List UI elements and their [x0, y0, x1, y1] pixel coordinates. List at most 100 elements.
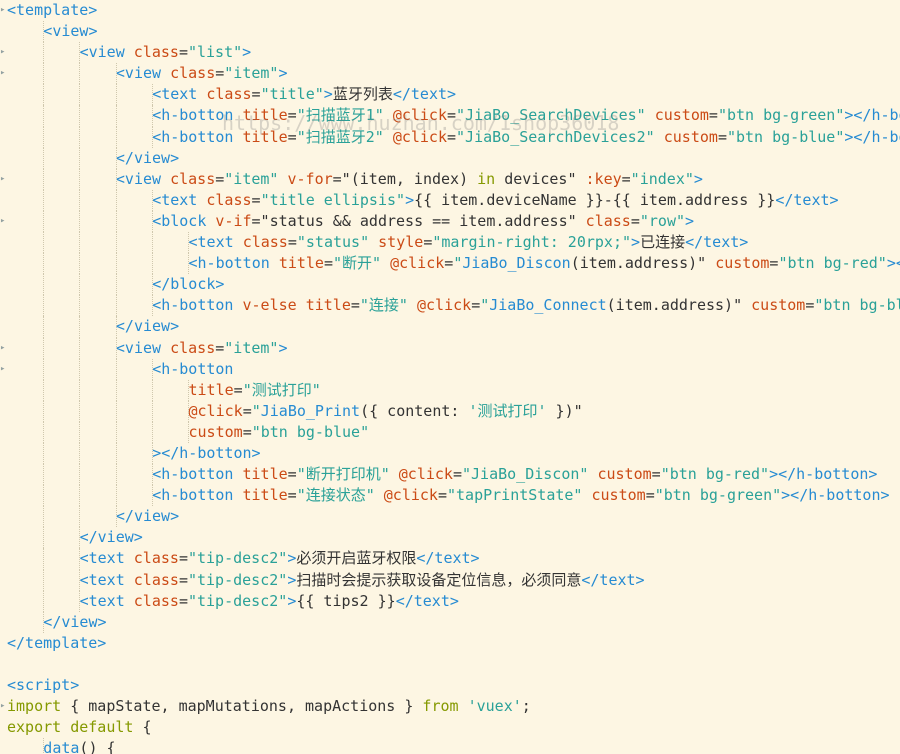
code-line[interactable]: <block v-if="status && address == item.a… — [7, 210, 900, 233]
code-line[interactable]: export default { — [7, 717, 900, 738]
code-token-attr: class — [133, 591, 179, 610]
indent-guide — [43, 42, 44, 64]
code-token-str: '测试打印' — [468, 401, 547, 420]
code-token-tag: <h-botton — [152, 359, 234, 378]
indent-guide — [115, 421, 117, 443]
code-token-plain: = — [471, 296, 481, 315]
code-token-tag: <view> — [43, 22, 98, 41]
indent-guide — [151, 232, 153, 254]
code-line[interactable]: <text class="title ellipsis">{{ item.dev… — [7, 189, 900, 211]
indent-guide — [43, 105, 44, 127]
indent-guide — [151, 189, 153, 211]
code-token-kw: from — [422, 697, 459, 716]
code-token-plain: = — [437, 486, 447, 505]
code-line[interactable]: <h-botton title="断开" @click="JiaBo_Disco… — [7, 253, 900, 275]
indent-guide — [79, 379, 81, 401]
indent-guide — [188, 253, 190, 275]
fold-arrow-icon[interactable]: ▸ — [0, 48, 5, 57]
code-token-str: "连接状态" — [296, 486, 375, 505]
code-line[interactable]: </view> — [7, 506, 900, 528]
code-line[interactable]: import { mapState, mapMutations, mapActi… — [7, 696, 900, 717]
code-token-plain: ; — [521, 697, 531, 716]
fold-arrow-icon[interactable]: ▸ — [0, 343, 5, 353]
indent-guide — [43, 168, 44, 190]
code-token-attr: title — [305, 296, 351, 315]
code-token-plain: = — [242, 422, 252, 441]
code-area[interactable]: <template> <view> <view class="list"> <view… — [7, 0, 900, 754]
indent-guide — [151, 358, 153, 380]
indent-guide — [43, 738, 44, 754]
code-line[interactable]: <text class="tip-desc2">{{ tips2 }}</tex… — [7, 590, 900, 612]
code-line[interactable]: </block> — [7, 274, 900, 296]
code-line[interactable]: <h-botton title="连接状态" @click="tapPrintS… — [7, 485, 900, 507]
code-line[interactable]: title="测试打印" — [7, 379, 900, 401]
code-line[interactable]: <text class="tip-desc2">必须开启蓝牙权限</text> — [7, 548, 900, 570]
code-line[interactable]: custom="btn bg-blue" — [7, 421, 900, 443]
code-line[interactable]: <h-botton title="断开打印机" @click="JiaBo_Di… — [7, 464, 900, 486]
code-token-plain: = — [178, 570, 188, 589]
fold-arrow-icon[interactable]: ▸ — [0, 174, 5, 184]
fold-arrow-icon[interactable]: ▸ — [0, 69, 5, 78]
code-line[interactable]: <text class="tip-desc2">扫描时会提示获取设备定位信息，必… — [7, 569, 900, 591]
indent-guide — [43, 274, 44, 296]
code-token-plain: = — [287, 127, 297, 146]
code-token-str: "btn bg-green" — [654, 486, 782, 505]
indent-guide — [115, 485, 117, 507]
indent-guide — [79, 506, 81, 528]
code-line[interactable]: <text class="status" style="margin-right… — [7, 232, 900, 254]
code-token-plain: (item.address)" — [606, 296, 743, 315]
fold-arrow-icon[interactable]: ▸ — [0, 364, 5, 374]
code-line[interactable]: data() { — [7, 738, 900, 754]
code-token-tag: > — [685, 211, 695, 230]
code-token-kw: default — [70, 718, 134, 737]
code-line[interactable]: <h-botton v-else title="连接" @click="JiaB… — [7, 295, 900, 317]
code-token-attr: @click — [188, 401, 243, 420]
indent-guide — [115, 126, 117, 148]
fold-arrow-icon[interactable]: ▸ — [0, 702, 5, 711]
code-line[interactable]: <template> — [7, 0, 900, 21]
code-line[interactable]: <h-botton title="扫描蓝牙1" @click="JiaBo_Se… — [7, 105, 900, 127]
code-line[interactable]: ></h-botton> — [7, 442, 900, 465]
code-token-tag: </view> — [43, 612, 107, 631]
code-line[interactable]: <script> — [7, 675, 900, 696]
code-line[interactable] — [7, 654, 900, 675]
code-line[interactable]: </view> — [7, 611, 900, 633]
fold-arrow-icon[interactable]: ▸ — [0, 217, 5, 226]
code-line[interactable]: <view class="item" v-for="(item, index) … — [7, 168, 900, 190]
fold-arrow-icon[interactable]: ▸ — [0, 6, 5, 15]
indent-guide — [43, 253, 44, 275]
code-token-tag: </text> — [581, 570, 645, 589]
code-token-plain: = — [287, 465, 297, 484]
code-editor[interactable]: ▸ ▸ ▸ ▸ ▸ ▸ ▸ ▸ <template> <view> <view class="li… — [0, 0, 900, 754]
code-line[interactable]: <h-botton title="扫描蓝牙2" @click="JiaBo_Se… — [7, 126, 900, 148]
code-line[interactable]: <h-botton — [7, 358, 900, 380]
code-token-str: "index" — [630, 169, 694, 188]
code-line[interactable]: <view> — [7, 21, 900, 43]
code-token-tag: </view> — [115, 148, 180, 167]
code-line[interactable]: </view> — [7, 316, 900, 338]
code-token-attr: class — [133, 549, 179, 568]
code-token-plain: = — [444, 254, 454, 273]
indent-guide — [43, 232, 44, 254]
code-token-plain: 蓝牙列表 — [332, 85, 393, 104]
code-line[interactable]: <view class="list"> — [7, 42, 900, 64]
code-token-plain: = — [452, 465, 462, 484]
code-token-tag: </text> — [775, 190, 839, 209]
indent-guide — [43, 569, 44, 591]
code-token-tag: > — [631, 233, 641, 252]
code-line[interactable]: </view> — [7, 147, 900, 169]
indent-guide — [43, 590, 44, 612]
code-line[interactable]: </view> — [7, 527, 900, 549]
indent-guide — [43, 295, 44, 317]
code-token-attr: @click — [383, 486, 438, 505]
code-line[interactable]: @click="JiaBo_Print({ content: '测试打印' })… — [7, 400, 900, 422]
code-token-tag: <text — [188, 233, 243, 252]
indent-guide — [43, 611, 44, 633]
code-line[interactable]: </template> — [7, 633, 900, 654]
code-line[interactable]: <view class="item"> — [7, 337, 900, 359]
code-token-attr: @click — [392, 106, 447, 125]
code-line[interactable]: <view class="item"> — [7, 63, 900, 85]
code-token-tag: > — [242, 43, 252, 62]
code-line[interactable]: <text class="title">蓝牙列表</text> — [7, 84, 900, 106]
fold-gutter[interactable]: ▸ ▸ ▸ ▸ ▸ ▸ ▸ ▸ — [0, 0, 6, 754]
